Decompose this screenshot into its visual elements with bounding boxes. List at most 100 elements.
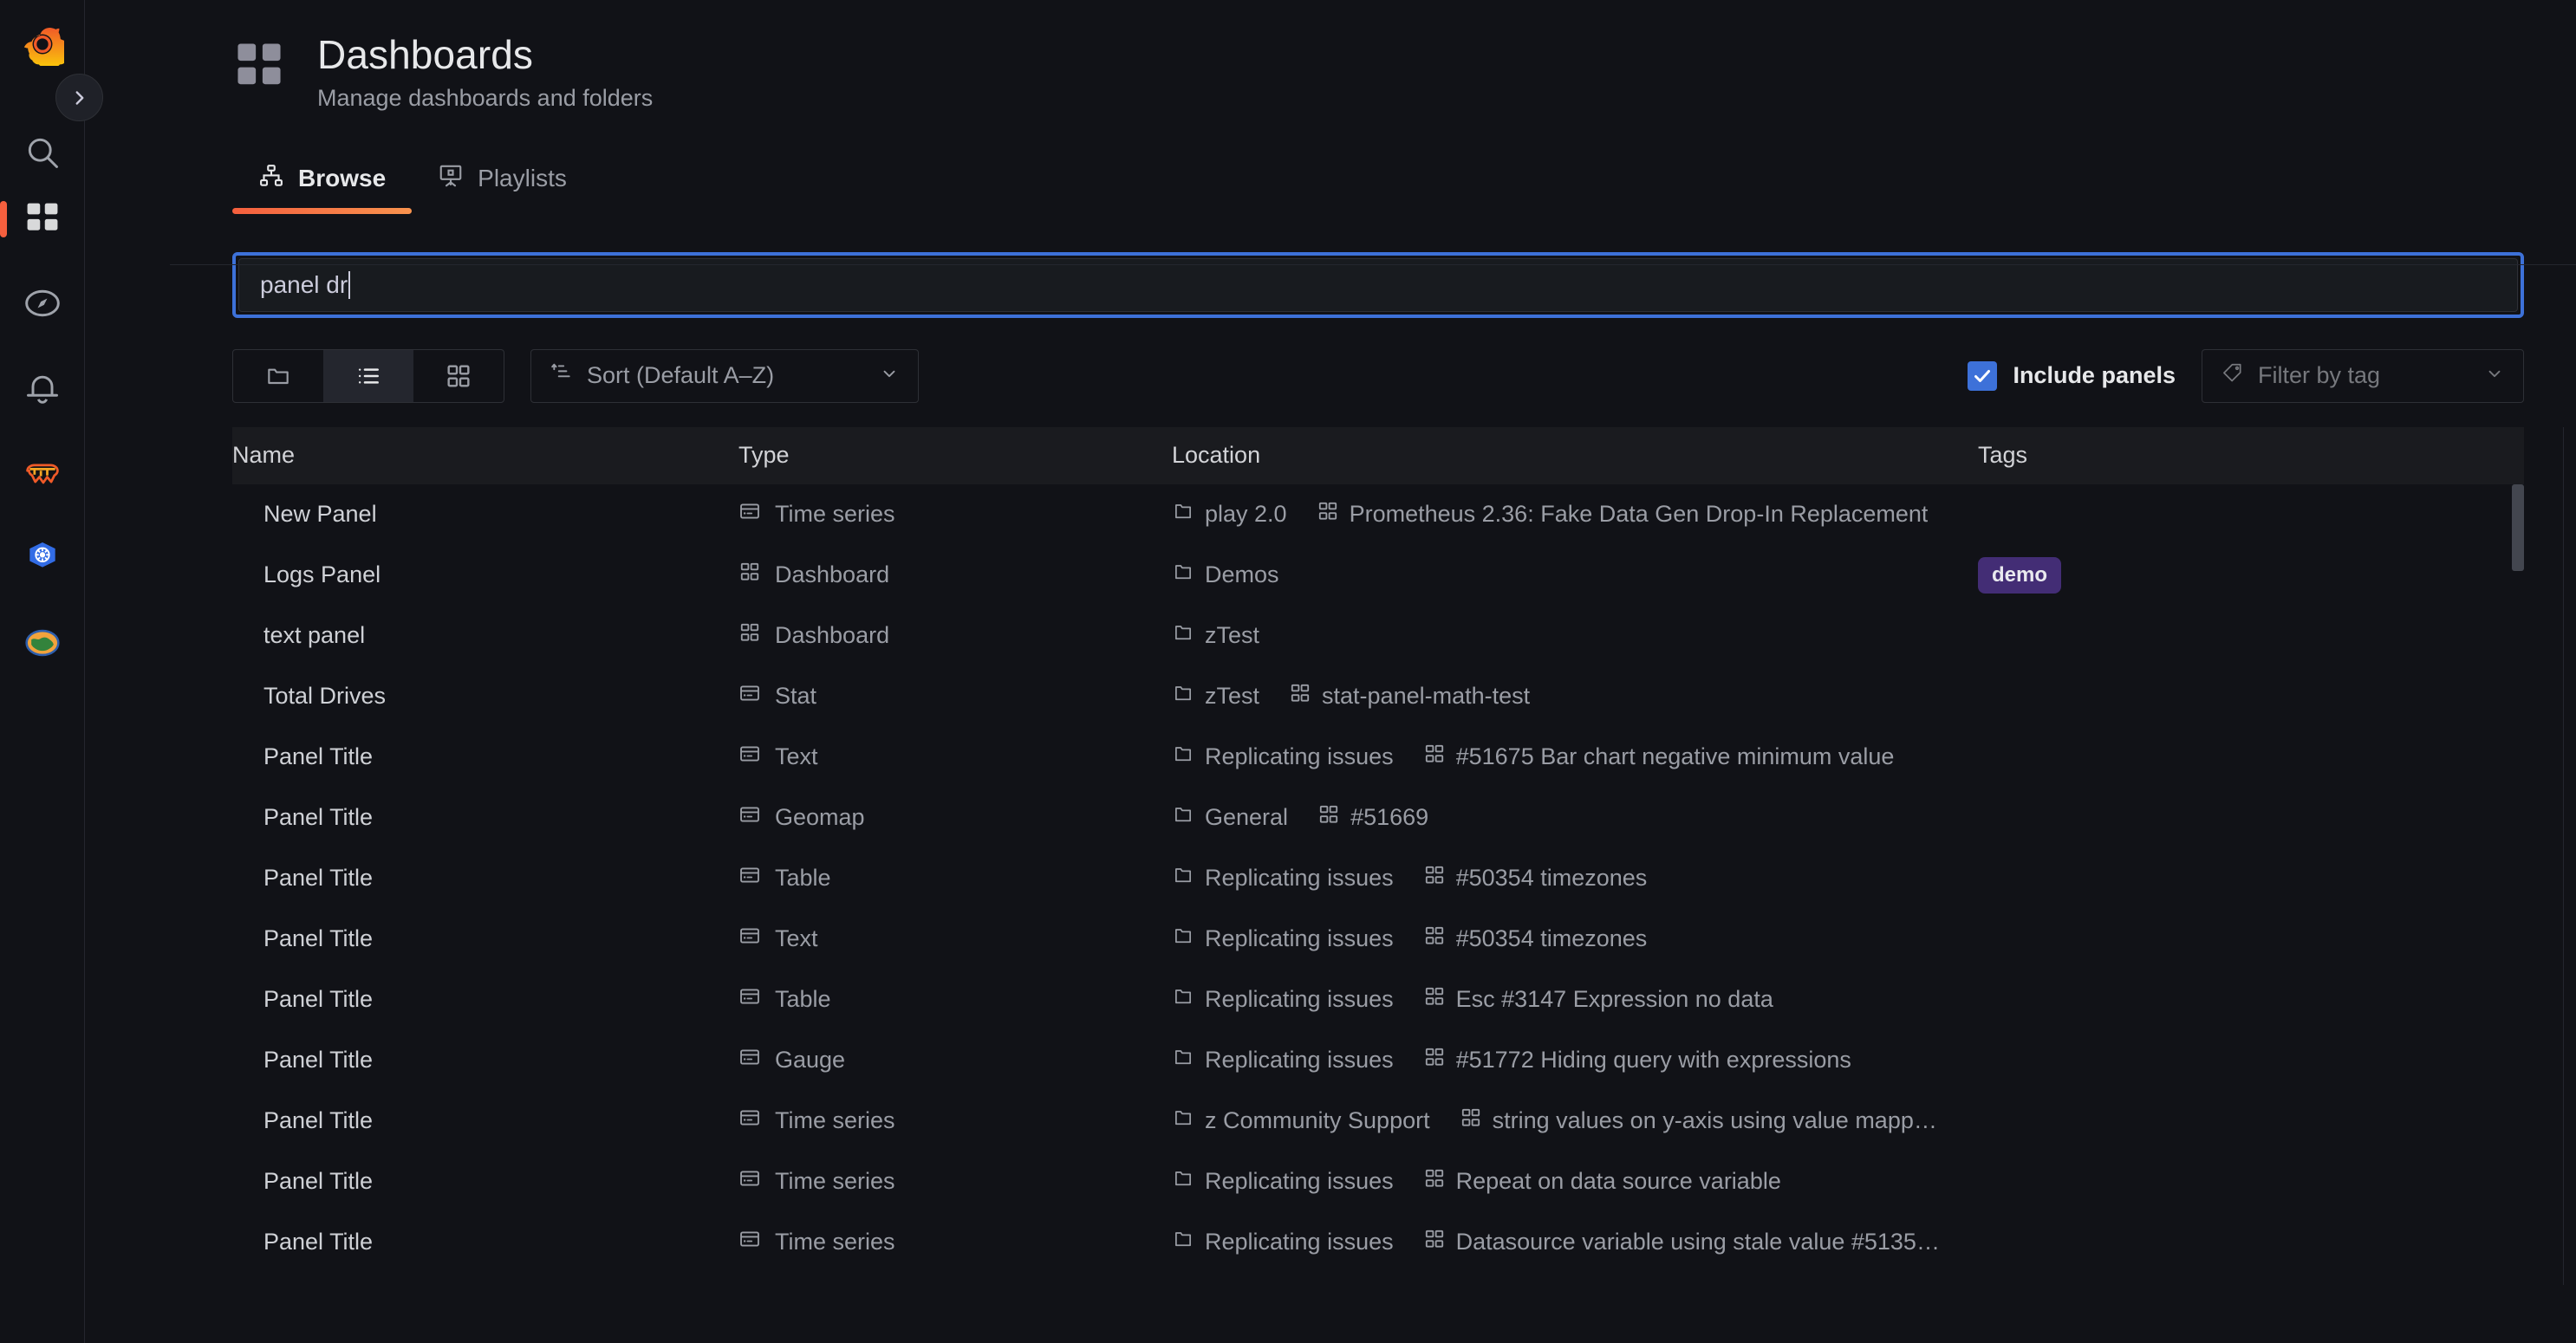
results-scrollbar-thumb[interactable] [2512, 484, 2524, 571]
column-header-tags[interactable]: Tags [1978, 442, 2463, 469]
results-scrollbar[interactable] [2512, 484, 2524, 1250]
location-link[interactable]: Replicating issues [1172, 1167, 1394, 1196]
location-link[interactable]: play 2.0 [1172, 500, 1287, 529]
sort-select-value: Sort (Default A–Z) [587, 362, 866, 389]
location-link[interactable]: #51675 Bar chart negative minimum value [1423, 743, 1895, 771]
row-name[interactable]: Panel Title [232, 865, 738, 892]
column-header-type[interactable]: Type [738, 442, 1172, 469]
grid-view-button[interactable] [413, 350, 504, 402]
search-icon [23, 133, 62, 172]
list-icon [355, 362, 382, 390]
row-name[interactable]: Panel Title [232, 1229, 738, 1255]
table-row[interactable]: Panel TitleGaugeReplicating issues#51772… [232, 1030, 2524, 1091]
row-name[interactable]: Panel Title [232, 986, 738, 1013]
location-link-label: Replicating issues [1205, 1229, 1394, 1255]
table-row[interactable]: text panelDashboard zTest [232, 606, 2524, 666]
panel-icon [738, 1228, 761, 1256]
row-type-inner: Stat [738, 682, 816, 710]
tab-playlists[interactable]: Playlists [412, 163, 593, 214]
table-row[interactable]: Panel TitleTextReplicating issues#51675 … [232, 727, 2524, 788]
location-link[interactable]: #50354 timezones [1423, 925, 1648, 953]
chevron-right-icon [68, 87, 91, 109]
row-type-inner: Time series [738, 1167, 895, 1196]
table-row[interactable]: Total DrivesStat zTest stat-panel-math-tes… [232, 666, 2524, 727]
table-row[interactable]: New PanelTime seriesplay 2.0Prometheus 2… [232, 484, 2524, 545]
location-link[interactable]: stat-panel-math-test [1289, 682, 1530, 710]
table-row[interactable]: Panel Title Table Replicating issues #50354… [232, 848, 2524, 909]
search-results-table: Name Type Location Tags New PanelTime se… [232, 427, 2524, 1273]
table-row[interactable]: Panel TitleTime seriesz Community Suppor… [232, 1091, 2524, 1152]
table-row[interactable]: Panel TitleTextReplicating issues#50354 … [232, 909, 2524, 970]
row-name[interactable]: Panel Title [232, 804, 738, 831]
location-link[interactable]: Replicating issues [1172, 1228, 1394, 1256]
sidebar-item-alerting[interactable] [12, 355, 73, 421]
location-link[interactable]: z Community Support [1172, 1106, 1430, 1135]
tag-filter-select[interactable]: Filter by tag [2202, 349, 2524, 403]
location-link[interactable]: zTest [1172, 682, 1259, 710]
location-link[interactable]: Datasource variable using stale value #5… [1423, 1228, 1940, 1256]
table-row[interactable]: Panel TitleTableReplicating issuesEsc #3… [232, 970, 2524, 1030]
tag-chip[interactable]: demo [1978, 557, 2061, 594]
apps-grid-icon [1460, 1106, 1482, 1135]
location-link[interactable]: #50354 timezones [1423, 864, 1648, 892]
location-link-label: #51669 [1350, 804, 1428, 831]
sidebar-item-kubernetes[interactable] [12, 525, 73, 591]
sidebar-item-dashboards[interactable] [12, 185, 73, 251]
row-type-inner: Dashboard [738, 621, 889, 650]
row-name[interactable]: Total Drives [232, 683, 738, 710]
row-name[interactable]: New Panel [232, 501, 738, 528]
table-row[interactable]: Logs PanelDashboardDemosdemo [232, 545, 2524, 606]
location-link-label: General [1205, 804, 1288, 831]
table-row[interactable]: Panel TitleTime series Replicating issues… [232, 1152, 2524, 1212]
location-link[interactable]: Repeat on data source variable [1423, 1167, 1781, 1196]
column-header-name[interactable]: Name [232, 442, 738, 469]
column-header-location[interactable]: Location [1172, 442, 1978, 469]
folder-icon [1172, 803, 1194, 832]
row-location: Replicating issues #51772 Hiding query wi… [1172, 1046, 1978, 1074]
sort-select[interactable]: Sort (Default A–Z) [530, 349, 919, 403]
include-panels-checkbox[interactable]: Include panels [1968, 361, 2176, 391]
row-name[interactable]: Panel Title [232, 925, 738, 952]
sidebar-item-worldmap[interactable] [12, 610, 73, 676]
location-link[interactable]: General [1172, 803, 1288, 832]
sidebar-item-search[interactable] [12, 120, 73, 185]
apps-grid-icon [1423, 1167, 1446, 1196]
tab-browse[interactable]: Browse [232, 163, 412, 214]
search-input[interactable]: panel dr [238, 258, 2518, 312]
row-name[interactable]: text panel [232, 622, 738, 649]
folder-view-button[interactable] [233, 350, 323, 402]
location-link[interactable]: Replicating issues [1172, 985, 1394, 1014]
location-link[interactable]: zTest [1172, 621, 1259, 650]
location-link[interactable]: Prometheus 2.36: Fake Data Gen Drop-In R… [1317, 500, 1929, 529]
location-link[interactable]: Replicating issues [1172, 864, 1394, 892]
toggle-menu-button[interactable] [55, 74, 103, 121]
location-link[interactable]: Replicating issues [1172, 925, 1394, 953]
location-link-label: Replicating issues [1205, 1168, 1394, 1195]
table-row[interactable]: Panel TitleGeomapGeneral#51669 [232, 788, 2524, 848]
row-name[interactable]: Panel Title [232, 1047, 738, 1074]
row-location: z Community Support string values on y-ax… [1172, 1106, 1978, 1135]
location-link-label: z Community Support [1205, 1107, 1430, 1134]
location-link[interactable]: Esc #3147 Expression no data [1423, 985, 1773, 1014]
sidebar-item-machine-learning[interactable] [12, 440, 73, 506]
location-link[interactable]: Replicating issues [1172, 1046, 1394, 1074]
apps-grid-icon [738, 621, 761, 650]
row-type-label: Table [775, 865, 831, 892]
table-row[interactable]: Panel TitleTime seriesReplicating issues… [232, 1212, 2524, 1273]
location-link[interactable]: #51669 [1317, 803, 1428, 832]
location-link[interactable]: string values on y-axis using value mapp… [1460, 1106, 1937, 1135]
row-name[interactable]: Panel Title [232, 1107, 738, 1134]
sidebar-item-explore[interactable] [12, 270, 73, 336]
apps-grid-icon [738, 561, 761, 589]
chevron-down-icon [880, 362, 899, 389]
apps-grid-icon [1317, 500, 1339, 529]
row-name[interactable]: Panel Title [232, 743, 738, 770]
globe-icon [23, 624, 62, 662]
list-view-button[interactable] [323, 350, 413, 402]
location-link[interactable]: #51772 Hiding query with expressions [1423, 1046, 1851, 1074]
row-name[interactable]: Logs Panel [232, 561, 738, 588]
grafana-logo-icon[interactable] [21, 23, 64, 66]
row-name[interactable]: Panel Title [232, 1168, 738, 1195]
location-link[interactable]: Demos [1172, 561, 1279, 589]
location-link[interactable]: Replicating issues [1172, 743, 1394, 771]
